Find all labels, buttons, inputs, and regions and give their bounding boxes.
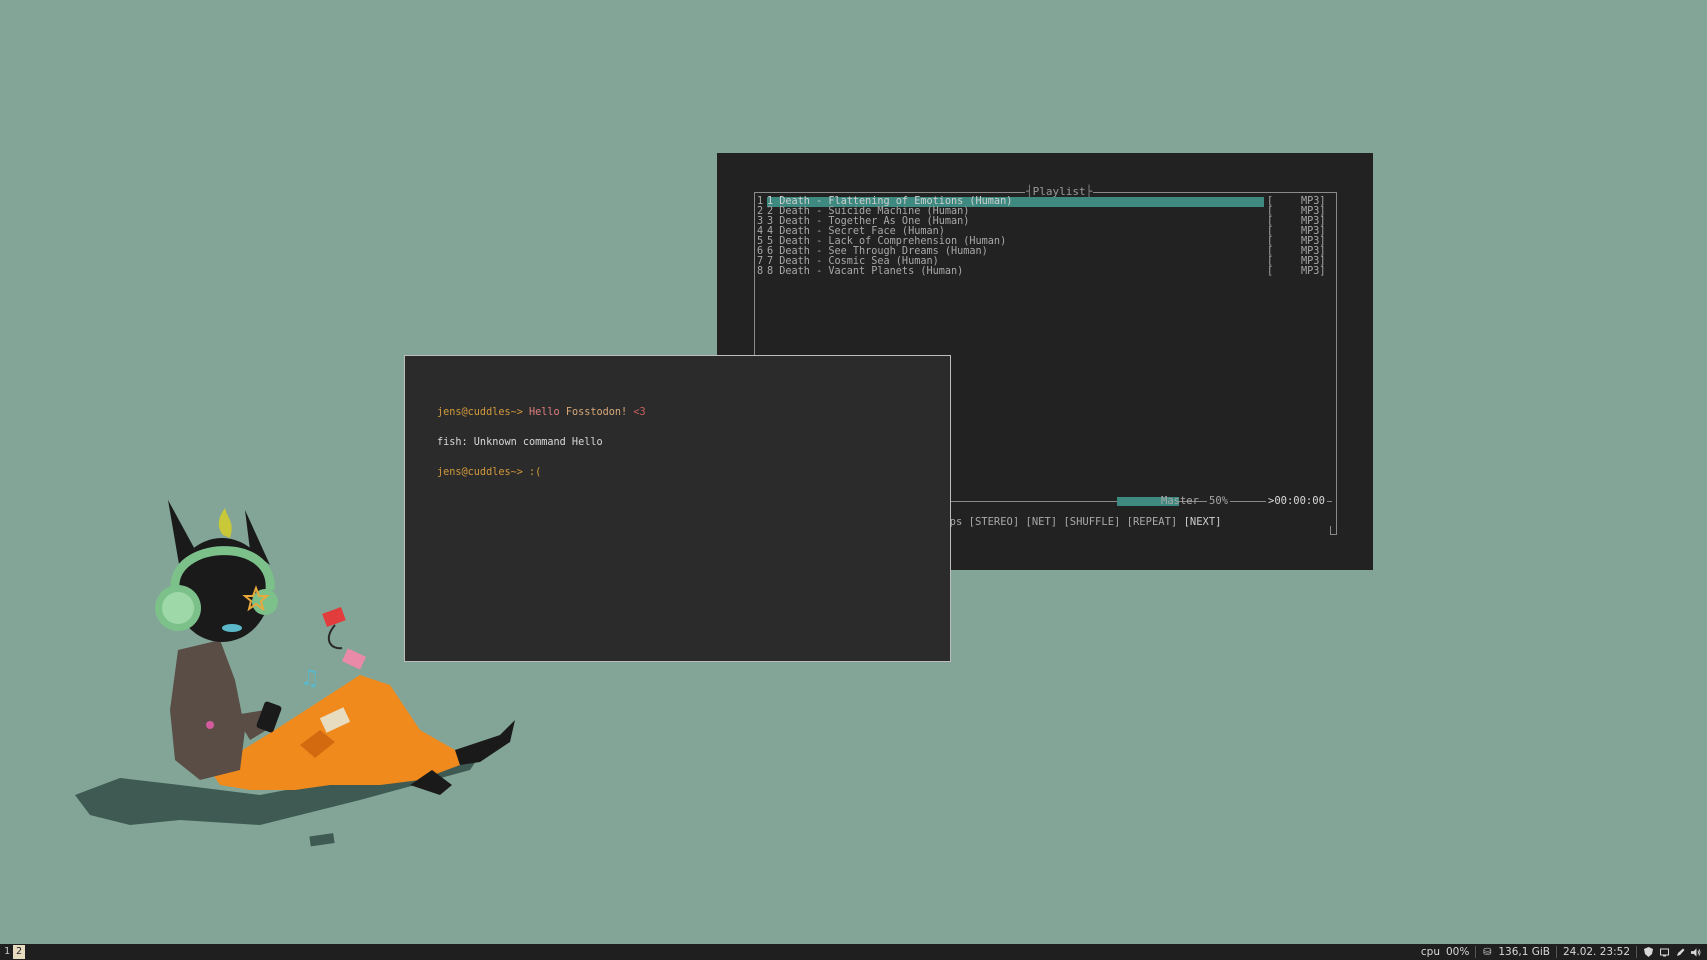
- frame-corner: [1330, 526, 1337, 535]
- terminal-line-2: fish: Unknown command Hello: [437, 437, 603, 448]
- track-row[interactable]: 88 Death - Vacant Planets (Human) [ MP3]: [755, 266, 1334, 277]
- cpu-value: 00%: [1446, 946, 1470, 958]
- prompt: jens@cuddles~>: [437, 407, 523, 418]
- clock[interactable]: 24.02. 23:52: [1563, 946, 1630, 958]
- track-title: 8 Death - Vacant Planets (Human): [767, 266, 964, 277]
- track-number: 8: [757, 266, 764, 277]
- terminal-output: jens@cuddles~> Hello Fosstodon! <3 fish:…: [437, 388, 646, 498]
- tray-separator: [1475, 946, 1477, 958]
- disk-icon: ⛁: [1483, 946, 1492, 958]
- terminal-input[interactable]: :(: [529, 467, 541, 478]
- workspace-2[interactable]: 2: [13, 945, 25, 959]
- prompt: jens@cuddles~>: [437, 467, 523, 478]
- track-list[interactable]: 11 Death - Flattening of Emotions (Human…: [755, 196, 1334, 277]
- mode-flags: [STEREO] [NET] [SHUFFLE] [REPEAT]: [968, 516, 1178, 528]
- command-arg: Fosstodon!: [565, 407, 628, 418]
- playback-time: >00:00:00: [1266, 494, 1327, 508]
- disk-usage: 136,1 GiB: [1498, 946, 1550, 958]
- volume-level: 50%: [1207, 494, 1230, 508]
- taskbar: 1 2 cpu 00% ⛁ 136,1 GiB 24.02. 23:52: [0, 944, 1707, 960]
- command-heart: <3: [633, 407, 646, 418]
- track-format: MP3]: [1301, 266, 1326, 277]
- terminal-line-1: jens@cuddles~> Hello Fosstodon! <3: [437, 407, 646, 418]
- terminal-line-3[interactable]: jens@cuddles~> :(: [437, 467, 646, 478]
- tray-separator: [1556, 946, 1557, 958]
- workspace-1[interactable]: 1: [1, 945, 13, 959]
- speaker-icon[interactable]: [1691, 947, 1701, 957]
- shield-icon[interactable]: [1643, 947, 1653, 957]
- display-icon[interactable]: [1659, 947, 1669, 957]
- system-tray: cpu 00% ⛁ 136,1 GiB 24.02. 23:52: [1421, 944, 1701, 960]
- command: Hello: [529, 407, 560, 418]
- volume-label: Master: [1161, 495, 1199, 507]
- next-flag: [NEXT]: [1183, 516, 1222, 528]
- cpu-label: cpu: [1420, 946, 1440, 958]
- tray-separator: [1636, 946, 1637, 958]
- pencil-icon[interactable]: [1675, 947, 1685, 957]
- status-flags: kbps [STEREO] [NET] [SHUFFLE] [REPEAT] […: [937, 515, 1222, 529]
- track-bracket: [: [1267, 266, 1274, 277]
- terminal-window[interactable]: jens@cuddles~> Hello Fosstodon! <3 fish:…: [404, 355, 951, 662]
- svg-text:♫: ♫: [300, 666, 320, 691]
